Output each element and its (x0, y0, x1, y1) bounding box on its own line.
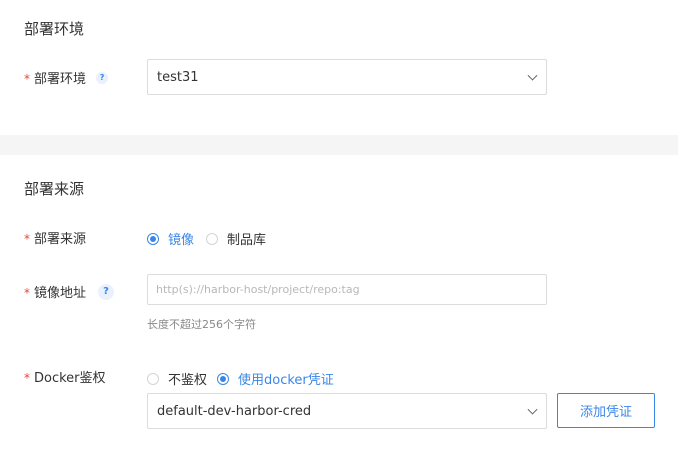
radio-artifact-repo-label[interactable]: 制品库 (227, 229, 266, 248)
credential-select-value: default-dev-harbor-cred (157, 403, 312, 419)
chevron-down-icon (527, 70, 538, 81)
image-address-hint: 长度不超过256个字符 (147, 318, 256, 331)
required-mark: * (24, 370, 30, 385)
help-icon[interactable]: ? (96, 71, 109, 84)
radio-docker-credential-label[interactable]: 使用docker凭证 (238, 369, 334, 388)
help-icon[interactable]: ? (98, 283, 115, 300)
env-select[interactable]: test31 (147, 59, 547, 95)
credential-select[interactable]: default-dev-harbor-cred (147, 393, 547, 429)
docker-auth-radio-group: 不鉴权 使用docker凭证 (147, 369, 346, 388)
docker-auth-label-row: * Docker鉴权 (24, 367, 106, 387)
radio-image[interactable] (147, 232, 159, 245)
docker-auth-label: Docker鉴权 (34, 371, 106, 386)
source-section-title: 部署来源 (24, 180, 85, 198)
radio-no-auth[interactable] (147, 372, 159, 385)
source-field-label-row: * 部署来源 (24, 228, 87, 248)
source-radio-group: 镜像 制品库 (147, 229, 278, 248)
radio-image-label[interactable]: 镜像 (168, 229, 194, 248)
chevron-down-icon (527, 404, 538, 415)
env-section: 部署环境 * 部署环境 ? test31 (0, 0, 678, 135)
required-mark: * (24, 71, 30, 86)
env-section-title: 部署环境 (24, 20, 85, 38)
image-address-input[interactable] (147, 274, 547, 305)
source-section: 部署来源 * 部署来源 镜像 制品库 * 镜像地址 ? 长度不超过256个字符 … (0, 155, 678, 450)
radio-docker-credential[interactable] (217, 372, 230, 385)
image-field-label: 镜像地址 (34, 286, 87, 301)
image-field-label-row: * 镜像地址 ? (24, 282, 115, 301)
source-field-label: 部署来源 (34, 232, 87, 247)
radio-artifact-repo[interactable] (206, 232, 219, 245)
env-field-label: 部署环境 (34, 72, 87, 87)
env-field-label-row: * 部署环境 ? (24, 68, 109, 87)
add-credential-button[interactable]: 添加凭证 (557, 393, 655, 428)
required-mark: * (24, 285, 30, 300)
required-mark: * (24, 231, 30, 246)
radio-no-auth-label[interactable]: 不鉴权 (168, 369, 207, 388)
env-select-value: test31 (157, 69, 199, 85)
